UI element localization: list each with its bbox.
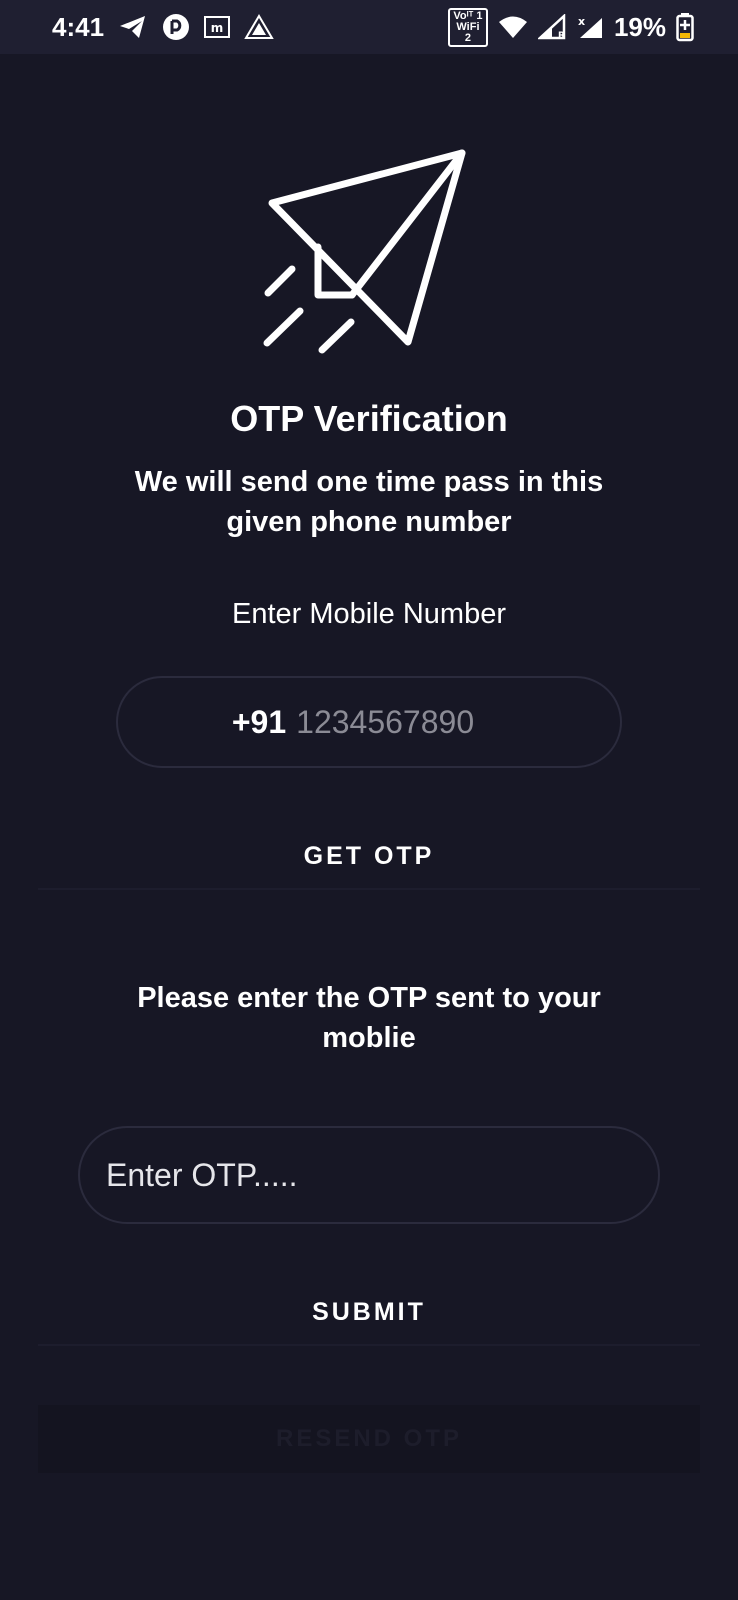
otp-input[interactable] <box>106 1156 626 1194</box>
phone-number-input[interactable] <box>296 703 507 741</box>
battery-charging-icon <box>676 12 694 42</box>
resend-otp-button[interactable]: RESEND OTP <box>38 1405 700 1473</box>
status-time: 4:41 <box>52 11 105 42</box>
volte-wifi-icon: Voᴵᵀ 1 WiFi 2 <box>447 7 488 47</box>
svg-text:x: x <box>578 15 585 28</box>
page-title: OTP Verification <box>230 398 508 439</box>
status-bar: 4:41 m Voᴵᵀ 1 WiFi 2 R x 19% <box>0 0 738 54</box>
wifi-icon <box>498 15 528 39</box>
divider <box>38 1344 700 1346</box>
signal-no-service-icon: x <box>576 14 604 40</box>
svg-text:R: R <box>558 31 565 40</box>
page-subtitle: We will send one time pass in this given… <box>134 466 604 538</box>
phone-number-field[interactable]: +91 <box>116 676 622 768</box>
telegram-icon <box>118 14 148 40</box>
svg-text:m: m <box>211 21 224 35</box>
otp-prompt: Please enter the OTP sent to your moblie <box>137 982 601 1054</box>
country-code: +91 <box>231 703 287 740</box>
get-otp-button[interactable]: GET OTP <box>38 836 700 876</box>
triangle-app-icon <box>244 14 274 40</box>
m-notification-icon: m <box>204 15 231 39</box>
signal-icon: R <box>537 14 566 40</box>
app-notification-icon <box>162 13 190 41</box>
mobile-number-label: Enter Mobile Number <box>232 598 506 630</box>
otp-field[interactable] <box>78 1126 660 1224</box>
paper-plane-icon <box>255 145 485 370</box>
divider <box>38 888 700 890</box>
submit-button[interactable]: SUBMIT <box>38 1292 700 1332</box>
battery-percent: 19% <box>613 11 666 42</box>
